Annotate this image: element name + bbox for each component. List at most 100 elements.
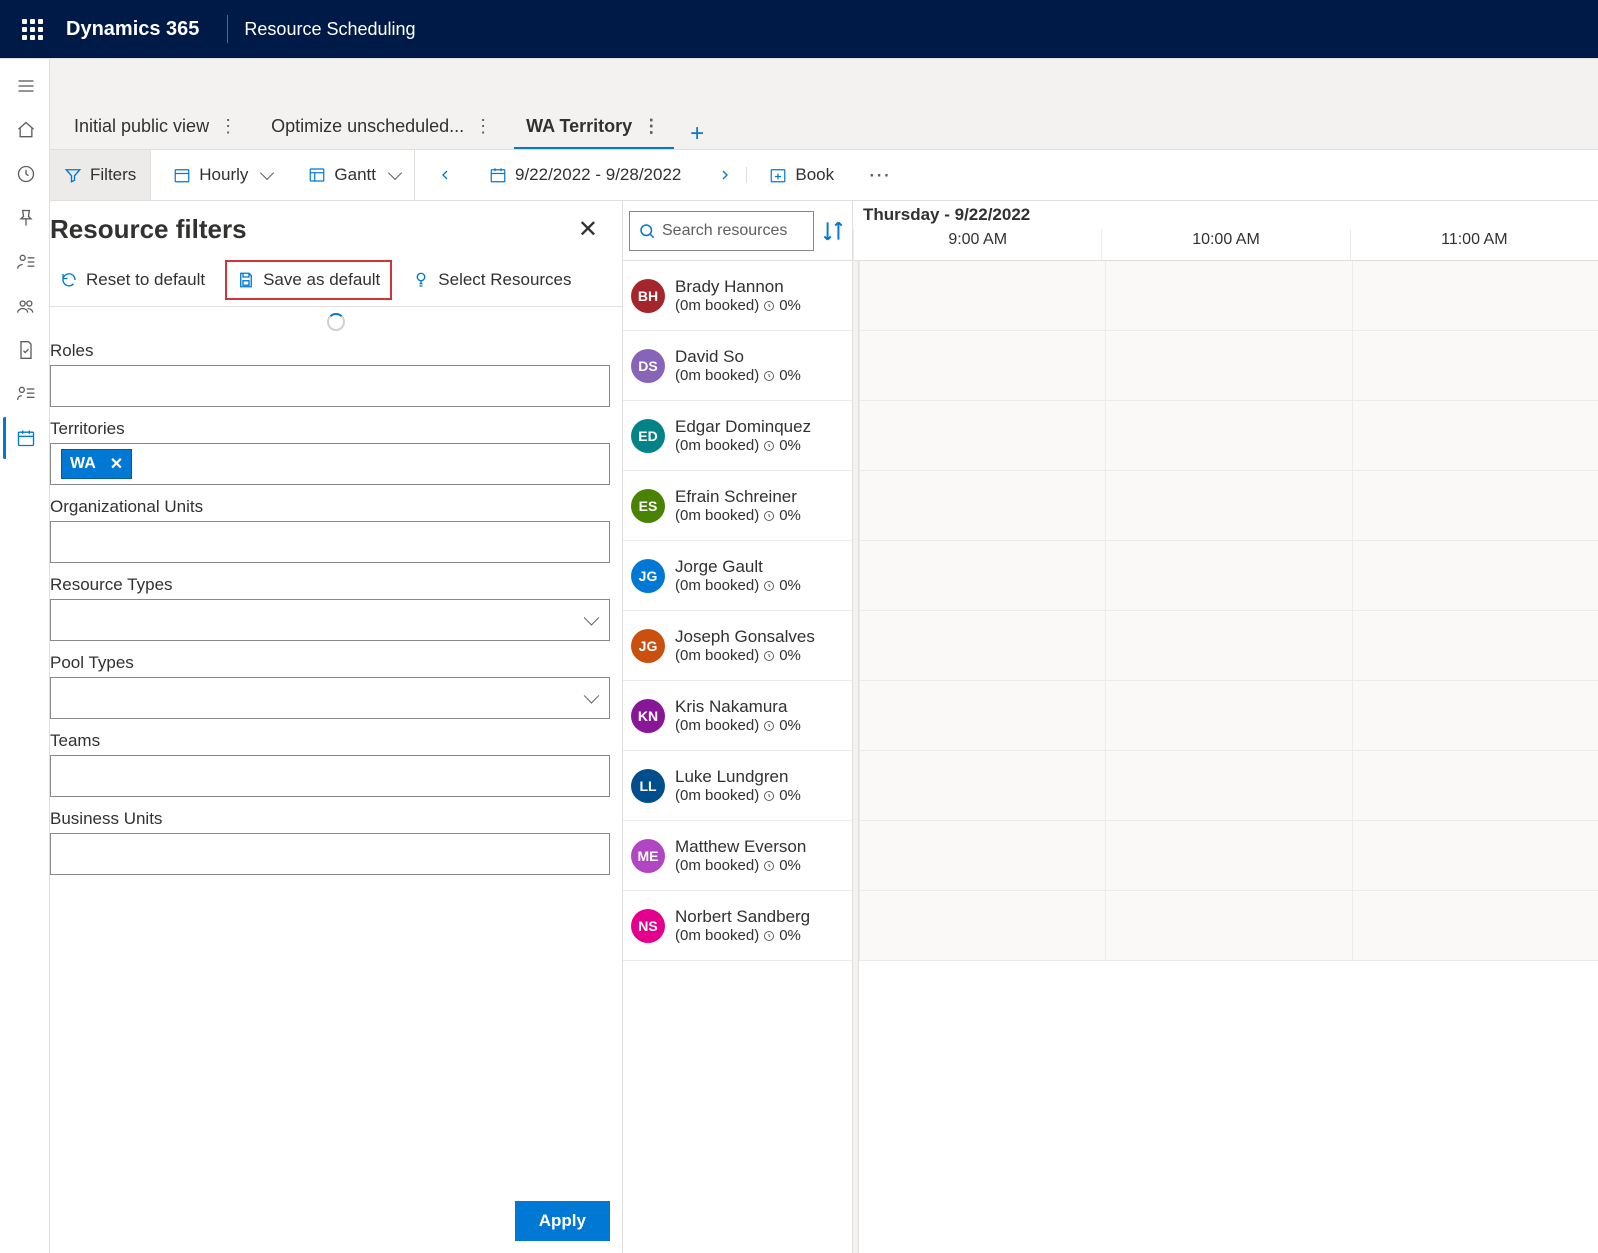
nav-home-icon[interactable]: [3, 109, 47, 151]
resource-search-input[interactable]: Search resources: [629, 211, 814, 251]
schedule-cell[interactable]: [1105, 541, 1351, 610]
date-range-picker[interactable]: 9/22/2022 - 9/28/2022: [475, 150, 695, 200]
schedule-cell[interactable]: [1105, 261, 1351, 330]
teams-input[interactable]: [50, 755, 610, 797]
schedule-cell[interactable]: [1352, 891, 1598, 960]
time-scale-dropdown[interactable]: Hourly: [159, 150, 286, 200]
tab-menu-icon[interactable]: ⋮: [217, 116, 239, 137]
schedule-cell[interactable]: [1352, 751, 1598, 820]
schedule-row[interactable]: [859, 331, 1598, 401]
schedule-cell[interactable]: [859, 891, 1105, 960]
clock-icon: [763, 930, 775, 942]
schedule-cell[interactable]: [1105, 401, 1351, 470]
select-resources-button[interactable]: Select Resources: [402, 262, 581, 298]
schedule-row[interactable]: [859, 821, 1598, 891]
schedule-cell[interactable]: [1352, 471, 1598, 540]
schedule-cell[interactable]: [1105, 681, 1351, 750]
chip-remove-icon[interactable]: ✕: [110, 454, 123, 474]
nav-pinned-icon[interactable]: [3, 197, 47, 239]
schedule-row[interactable]: [859, 471, 1598, 541]
schedule-cell[interactable]: [1105, 331, 1351, 400]
schedule-row[interactable]: [859, 401, 1598, 471]
roles-input[interactable]: [50, 365, 610, 407]
chevron-down-icon: [388, 166, 402, 180]
nav-document-check-icon[interactable]: [3, 329, 47, 371]
sort-resources-button[interactable]: [820, 218, 846, 244]
apply-button[interactable]: Apply: [515, 1201, 610, 1241]
nav-schedule-board-icon[interactable]: [3, 417, 47, 459]
schedule-row[interactable]: [859, 891, 1598, 961]
toolbar-overflow-icon[interactable]: ⋯: [856, 162, 904, 188]
resource-row[interactable]: NS Norbert Sandberg (0m booked) 0%: [623, 891, 852, 961]
book-button[interactable]: Book: [755, 150, 848, 200]
close-filter-pane-button[interactable]: ✕: [572, 209, 604, 250]
tab-menu-icon[interactable]: ⋮: [472, 116, 494, 137]
tab-initial-public-view[interactable]: Initial public view ⋮: [62, 106, 251, 149]
schedule-row[interactable]: [859, 751, 1598, 821]
filters-toggle-button[interactable]: Filters: [50, 150, 151, 200]
territory-chip-wa[interactable]: WA ✕: [61, 449, 132, 479]
schedule-cell[interactable]: [859, 821, 1105, 890]
resource-row[interactable]: DS David So (0m booked) 0%: [623, 331, 852, 401]
schedule-cell[interactable]: [1105, 821, 1351, 890]
schedule-row[interactable]: [859, 541, 1598, 611]
search-icon: [638, 222, 656, 240]
schedule-cell[interactable]: [1105, 471, 1351, 540]
pool-types-select[interactable]: [50, 677, 610, 719]
product-label[interactable]: Resource Scheduling: [244, 19, 415, 40]
save-as-default-button[interactable]: Save as default: [225, 260, 392, 300]
schedule-cell[interactable]: [1105, 751, 1351, 820]
schedule-cell[interactable]: [1105, 611, 1351, 680]
add-tab-button[interactable]: +: [682, 119, 712, 149]
schedule-cell[interactable]: [1352, 541, 1598, 610]
next-period-button[interactable]: [703, 167, 747, 183]
loading-spinner-icon: [327, 313, 345, 331]
schedule-cell[interactable]: [1352, 261, 1598, 330]
tab-optimize-unscheduled[interactable]: Optimize unscheduled... ⋮: [259, 106, 506, 149]
territories-input[interactable]: WA ✕: [50, 443, 610, 485]
schedule-cell[interactable]: [859, 681, 1105, 750]
tab-menu-icon[interactable]: ⋮: [640, 116, 662, 137]
schedule-cell[interactable]: [859, 611, 1105, 680]
resource-types-select[interactable]: [50, 599, 610, 641]
schedule-row[interactable]: [859, 681, 1598, 751]
nav-people-list-icon[interactable]: [3, 241, 47, 283]
brand-label[interactable]: Dynamics 365: [66, 18, 199, 41]
org-units-input[interactable]: [50, 521, 610, 563]
schedule-cell[interactable]: [859, 751, 1105, 820]
resource-row[interactable]: LL Luke Lundgren (0m booked) 0%: [623, 751, 852, 821]
schedule-cell[interactable]: [1352, 401, 1598, 470]
prev-period-button[interactable]: [423, 167, 467, 183]
app-launcher-icon[interactable]: [8, 5, 56, 53]
schedule-cell[interactable]: [859, 331, 1105, 400]
nav-recent-icon[interactable]: [3, 153, 47, 195]
schedule-cell[interactable]: [859, 261, 1105, 330]
schedule-cell[interactable]: [1352, 331, 1598, 400]
nav-people-group-icon[interactable]: [3, 285, 47, 327]
resource-row[interactable]: JG Jorge Gault (0m booked) 0%: [623, 541, 852, 611]
nav-contact-list-icon[interactable]: [3, 373, 47, 415]
schedule-cell[interactable]: [1352, 611, 1598, 680]
resource-name: Matthew Everson: [675, 837, 806, 857]
business-units-input[interactable]: [50, 833, 610, 875]
resource-row[interactable]: ED Edgar Dominquez (0m booked) 0%: [623, 401, 852, 471]
schedule-row[interactable]: [859, 611, 1598, 681]
nav-menu-icon[interactable]: [3, 65, 47, 107]
reset-to-default-button[interactable]: Reset to default: [50, 262, 215, 298]
schedule-cell[interactable]: [1105, 891, 1351, 960]
schedule-row[interactable]: [859, 261, 1598, 331]
resource-name: Jorge Gault: [675, 557, 801, 577]
resource-row[interactable]: BH Brady Hannon (0m booked) 0%: [623, 261, 852, 331]
resource-row[interactable]: ES Efrain Schreiner (0m booked) 0%: [623, 471, 852, 541]
schedule-cell[interactable]: [859, 471, 1105, 540]
resource-row[interactable]: JG Joseph Gonsalves (0m booked) 0%: [623, 611, 852, 681]
avatar: JG: [631, 629, 665, 663]
schedule-cell[interactable]: [1352, 821, 1598, 890]
schedule-cell[interactable]: [1352, 681, 1598, 750]
schedule-cell[interactable]: [859, 541, 1105, 610]
resource-row[interactable]: KN Kris Nakamura (0m booked) 0%: [623, 681, 852, 751]
view-type-dropdown[interactable]: Gantt: [294, 150, 415, 200]
tab-wa-territory[interactable]: WA Territory ⋮: [514, 106, 674, 149]
resource-row[interactable]: ME Matthew Everson (0m booked) 0%: [623, 821, 852, 891]
schedule-cell[interactable]: [859, 401, 1105, 470]
